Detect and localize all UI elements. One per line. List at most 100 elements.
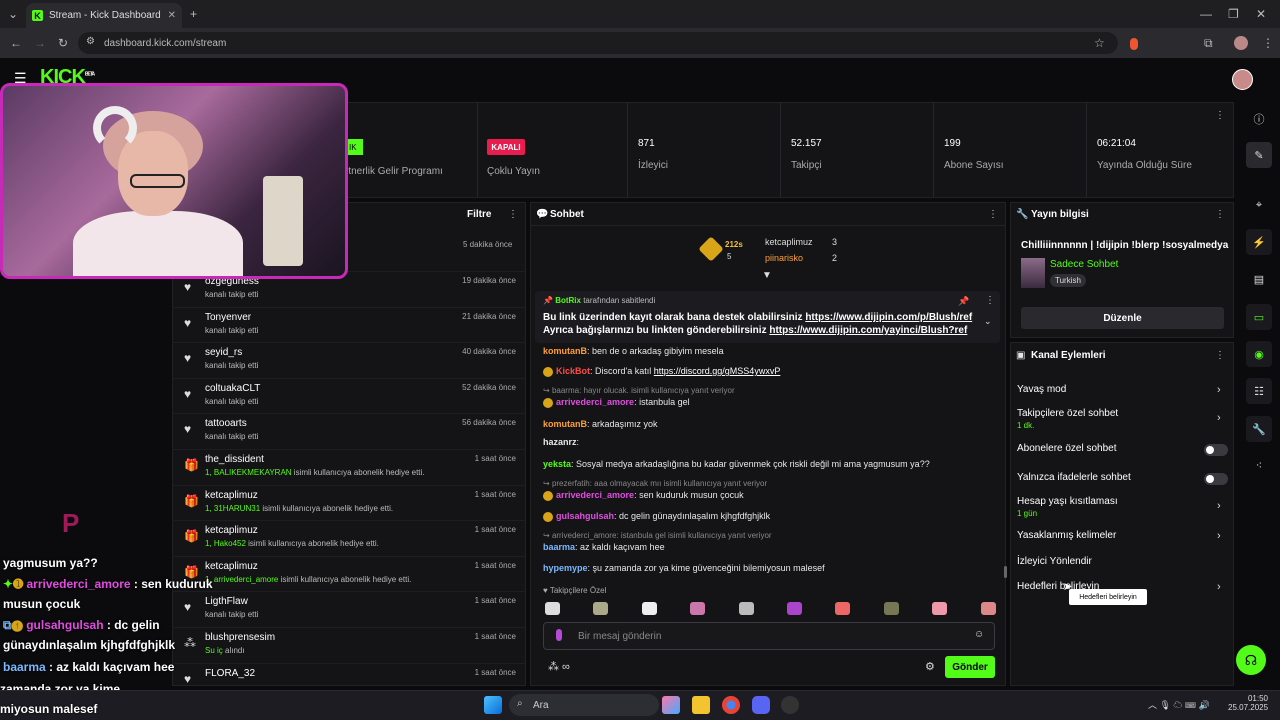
channel-action-item[interactable]: Yasaklanmış kelimeler xyxy=(1017,530,1116,541)
back-icon[interactable]: ← xyxy=(10,36,22,50)
feed-row[interactable]: ♥ tattooarts kanalı takip etti 56 dakika ön… xyxy=(172,413,526,448)
unpin-icon[interactable]: 📌 xyxy=(958,296,969,307)
broadcast-icon[interactable]: ◉ xyxy=(1246,341,1272,367)
taskbar-search[interactable]: ⌕ Ara xyxy=(509,694,659,716)
emote-icon[interactable] xyxy=(787,602,802,615)
chat-username[interactable]: komutanB xyxy=(543,419,587,429)
feed-username[interactable]: tattooarts xyxy=(205,418,247,429)
app-icon[interactable] xyxy=(781,696,799,714)
chat-scrollbar[interactable] xyxy=(1004,566,1007,578)
feed-username[interactable]: blushprensesim xyxy=(205,632,275,643)
close-window-icon[interactable]: ✕ xyxy=(1256,7,1266,21)
copilot-icon[interactable] xyxy=(662,696,680,714)
channel-action-item[interactable]: Yalnızca ifadelerle sohbet xyxy=(1017,472,1131,483)
chat-message-input[interactable]: Bir mesaj gönderin ☺ xyxy=(543,622,995,650)
discord-icon[interactable] xyxy=(752,696,770,714)
feed-row[interactable]: ⁂ blushprensesim Su iç alındı 1 saat önce xyxy=(172,627,526,662)
taskbar-clock[interactable]: 01:50 25.07.2025 xyxy=(1228,694,1268,712)
feed-row[interactable]: ♥ seyid_rs kanalı takip etti 40 dakika önce xyxy=(172,342,526,377)
channel-action-item[interactable]: İzleyici Yönlendir xyxy=(1017,556,1092,567)
emote-icon[interactable] xyxy=(593,602,609,615)
scroll-down-icon[interactable]: ▼ xyxy=(762,270,772,281)
lightning-icon[interactable]: ⚡ xyxy=(1246,229,1272,255)
feed-row[interactable]: ♥ coltuakaCLT kanalı takip etti 52 dakika ö… xyxy=(172,377,526,413)
mic-icon[interactable] xyxy=(556,629,562,641)
new-tab-icon[interactable]: + xyxy=(190,7,197,21)
chat-username[interactable]: KickBot xyxy=(556,366,590,376)
emote-icon[interactable] xyxy=(738,602,754,615)
emote-icon[interactable] xyxy=(545,602,560,615)
profile-avatar-icon[interactable] xyxy=(1234,36,1248,50)
emote-icon[interactable] xyxy=(690,602,706,615)
chevron-right-icon[interactable]: › xyxy=(1217,530,1221,542)
chat-username[interactable]: komutanB xyxy=(543,346,587,356)
chat-settings-icon[interactable]: ⚙ xyxy=(925,660,935,673)
feed-username[interactable]: Tonyenver xyxy=(205,312,251,323)
category-thumbnail[interactable] xyxy=(1021,258,1045,288)
pinned-menu-icon[interactable]: ⋮ xyxy=(985,295,995,306)
top-gifter-2[interactable]: piinarisko xyxy=(765,253,803,263)
emoji-icon[interactable]: ☺ xyxy=(974,629,984,640)
reload-icon[interactable]: ↻ xyxy=(58,36,68,50)
chat-reply-context[interactable]: ↪ baarma: hayır olucak. isimli kullanıcı… xyxy=(543,386,735,395)
maximize-icon[interactable]: ❐ xyxy=(1228,7,1239,21)
feed-username[interactable]: FLORA_32 xyxy=(205,668,255,679)
feed-row[interactable]: 🎁 ketcaplimuz 1, arrivederci_amore isimli … xyxy=(172,555,526,591)
send-button[interactable]: Gönder xyxy=(945,656,995,678)
feed-row[interactable]: ♥ Tonyenver kanalı takip etti 21 dakika önc… xyxy=(172,306,526,342)
tab-search-icon[interactable]: ⌄ xyxy=(8,7,18,21)
chat-reply-context[interactable]: ↪ arrivederci_amore: istanbula gel isiml… xyxy=(543,531,772,540)
user-avatar[interactable] xyxy=(1232,69,1253,90)
feed-username[interactable]: ketcaplimuz xyxy=(205,525,258,536)
layout-icon[interactable]: ☷ xyxy=(1246,378,1272,404)
edit-stream-button[interactable]: Düzenle xyxy=(1021,307,1224,329)
file-explorer-icon[interactable] xyxy=(692,696,710,714)
feed-row[interactable]: 🎁 the_dissident 1, BALIKEKMEKAYRAN isimli … xyxy=(172,449,526,484)
feed-row[interactable]: 🎁 ketcaplimuz 1, 31HARUN31 isimli kullanıc… xyxy=(172,484,526,520)
url-input[interactable]: ⚙ dashboard.kick.com/stream xyxy=(78,32,1118,54)
pinned-link-1[interactable]: https://www.dijipin.com/p/Blush/ref xyxy=(805,312,972,323)
toggle-switch[interactable] xyxy=(1204,444,1228,456)
chevron-right-icon[interactable]: › xyxy=(1217,500,1221,512)
expand-pinned-icon[interactable]: ⌄ xyxy=(984,316,992,327)
forward-icon[interactable]: → xyxy=(34,36,46,50)
feed-username[interactable]: LigthFlaw xyxy=(205,596,248,607)
browser-menu-icon[interactable]: ⋮ xyxy=(1262,36,1274,50)
edit-pencil-icon[interactable]: ✎ xyxy=(1246,142,1272,168)
minimize-icon[interactable]: — xyxy=(1200,7,1212,21)
chat-reply-context[interactable]: ↪ prezerfatih: aaa olmayacak mıı isimli … xyxy=(543,479,767,488)
windows-start-icon[interactable] xyxy=(484,696,502,714)
site-info-icon[interactable]: ⚙ xyxy=(86,36,95,47)
chat-points-icon[interactable]: ⁂ ∞ xyxy=(548,660,570,673)
extensions-puzzle-icon[interactable]: ⧉ xyxy=(1204,36,1213,51)
chat-username[interactable]: arrivederci_amore xyxy=(556,397,634,407)
chevron-right-icon[interactable]: › xyxy=(1217,384,1221,396)
extension-icon[interactable] xyxy=(1130,38,1138,50)
browser-tab[interactable]: K Stream - Kick Dashboard ✕ xyxy=(26,3,182,28)
channel-action-item[interactable]: Takipçilere özel sohbet xyxy=(1017,408,1118,419)
emote-icon[interactable] xyxy=(883,602,899,615)
feed-username[interactable]: coltuakaCLT xyxy=(205,383,260,394)
tools-icon[interactable]: 🔧 xyxy=(1246,416,1272,442)
category-name[interactable]: Sadece Sohbet xyxy=(1050,259,1118,270)
feed-username[interactable]: seyid_rs xyxy=(205,347,242,358)
channel-action-item[interactable]: Yavaş mod xyxy=(1017,384,1066,395)
chat-menu-icon[interactable]: ⋮ xyxy=(988,209,998,220)
chat-link[interactable]: https://discord.gg/gMSS4ywxvP xyxy=(654,366,781,376)
bookmark-star-icon[interactable]: ☆ xyxy=(1094,36,1105,50)
feed-row[interactable]: ♥ LigthFlaw kanalı takip etti 1 saat önce xyxy=(172,591,526,626)
info-icon[interactable]: ⓘ xyxy=(1246,106,1272,132)
channel-action-item[interactable]: Hesap yaşı kısıtlaması xyxy=(1017,496,1118,507)
chat-username[interactable]: baarma xyxy=(543,542,575,552)
feed-filter-button[interactable]: Filtre xyxy=(467,209,491,220)
chat-username[interactable]: gulsahgulsah xyxy=(556,511,614,521)
chevron-right-icon[interactable]: › xyxy=(1217,581,1221,593)
chrome-icon[interactable] xyxy=(722,696,740,714)
tab-close-icon[interactable]: ✕ xyxy=(168,10,176,21)
channel-actions-menu-icon[interactable]: ⋮ xyxy=(1215,350,1225,361)
top-gifter-1[interactable]: ketcaplimuz xyxy=(765,237,813,247)
chat-username[interactable]: hypemype xyxy=(543,563,588,573)
chevron-right-icon[interactable]: › xyxy=(1217,412,1221,424)
stream-info-menu-icon[interactable]: ⋮ xyxy=(1215,209,1225,220)
chat-rail-icon[interactable]: ▭ xyxy=(1246,304,1272,330)
